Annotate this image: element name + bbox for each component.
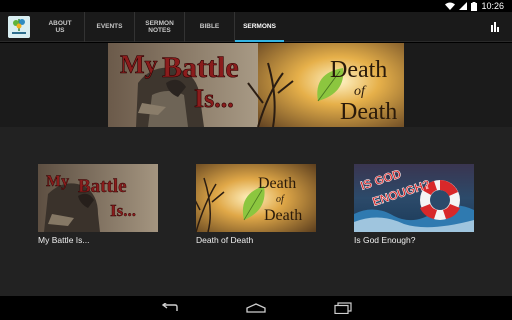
sermon-thumbnail[interactable]: IS GOD ENOUGH?: [354, 164, 474, 232]
signal-icon: [459, 2, 468, 10]
recent-apps-icon: [334, 302, 352, 314]
home-button[interactable]: [246, 300, 266, 316]
hero-strip: My Battle Is... Death of Death: [0, 43, 512, 127]
bar-chart-icon[interactable]: [490, 22, 500, 32]
hero-left-text-1: My: [120, 50, 158, 79]
status-icons: 10:26: [445, 0, 504, 12]
sermon-card[interactable]: Death of Death Death of Death: [196, 164, 318, 245]
hero-right-text-1: Death: [330, 57, 387, 83]
tab-sermon-notes-label-line2: NOTES: [148, 27, 171, 34]
status-time: 10:26: [481, 1, 504, 11]
tab-sermon-notes[interactable]: SERMON NOTES: [134, 12, 184, 42]
featured-sermon-banner[interactable]: My Battle Is... Death of Death: [108, 43, 404, 127]
hero-right-text-3: Death: [340, 99, 397, 125]
sermon-card-art-2: of: [276, 194, 285, 205]
sermon-title[interactable]: Is God Enough?: [354, 235, 476, 245]
sermon-title[interactable]: My Battle Is...: [38, 235, 160, 245]
tab-events[interactable]: EVENTS: [84, 12, 134, 42]
tab-about-us-label-line2: US: [55, 27, 65, 34]
tab-about-us[interactable]: ABOUT US: [36, 12, 84, 42]
tab-sermon-notes-label: SERMON NOTES: [145, 20, 174, 35]
tab-sermon-notes-label-line1: SERMON: [145, 19, 174, 27]
sermon-card-art-3: Death: [264, 207, 302, 224]
tab-sermons-label: SERMONS: [243, 23, 276, 31]
tab-bar: ABOUT US EVENTS SERMON NOTES BIBLE SERMONS: [36, 12, 284, 42]
content-area: My Battle Is... Death of Death My Battle…: [0, 43, 512, 296]
tab-bible-label: BIBLE: [199, 23, 220, 31]
tab-sermons[interactable]: SERMONS: [234, 12, 284, 42]
wifi-icon: [445, 2, 456, 10]
hero-left-text-2: Battle: [162, 51, 239, 84]
tab-about-us-label-line1: ABOUT: [48, 19, 72, 27]
sermon-card[interactable]: My Battle Is... My Battle Is...: [38, 164, 160, 245]
church-logo-icon[interactable]: [8, 16, 30, 38]
app-bar: ABOUT US EVENTS SERMON NOTES BIBLE SERMONS: [0, 12, 512, 42]
tab-bible[interactable]: BIBLE: [184, 12, 234, 42]
sermon-card-art-1: My: [46, 173, 69, 190]
hero-left-text-3: Is...: [194, 84, 234, 113]
home-icon: [246, 303, 266, 313]
sermon-card-art-2: Battle: [78, 176, 127, 197]
back-icon: [161, 303, 178, 311]
recent-apps-button[interactable]: [333, 300, 353, 316]
sermon-card-art-3: Is...: [110, 201, 136, 220]
sermon-thumbnail[interactable]: Death of Death: [196, 164, 316, 232]
tab-events-label: EVENTS: [96, 23, 123, 31]
status-bar: 10:26: [0, 0, 512, 12]
battery-icon: [471, 1, 478, 11]
sermon-thumbnail[interactable]: My Battle Is...: [38, 164, 158, 232]
back-button[interactable]: [160, 300, 180, 316]
system-nav-bar: [0, 296, 512, 320]
sermon-card-art-1: Death: [258, 175, 296, 192]
sermon-title[interactable]: Death of Death: [196, 235, 318, 245]
sermon-card[interactable]: IS GOD ENOUGH? Is God Enough?: [354, 164, 476, 245]
tab-about-us-label: ABOUT US: [48, 20, 71, 35]
